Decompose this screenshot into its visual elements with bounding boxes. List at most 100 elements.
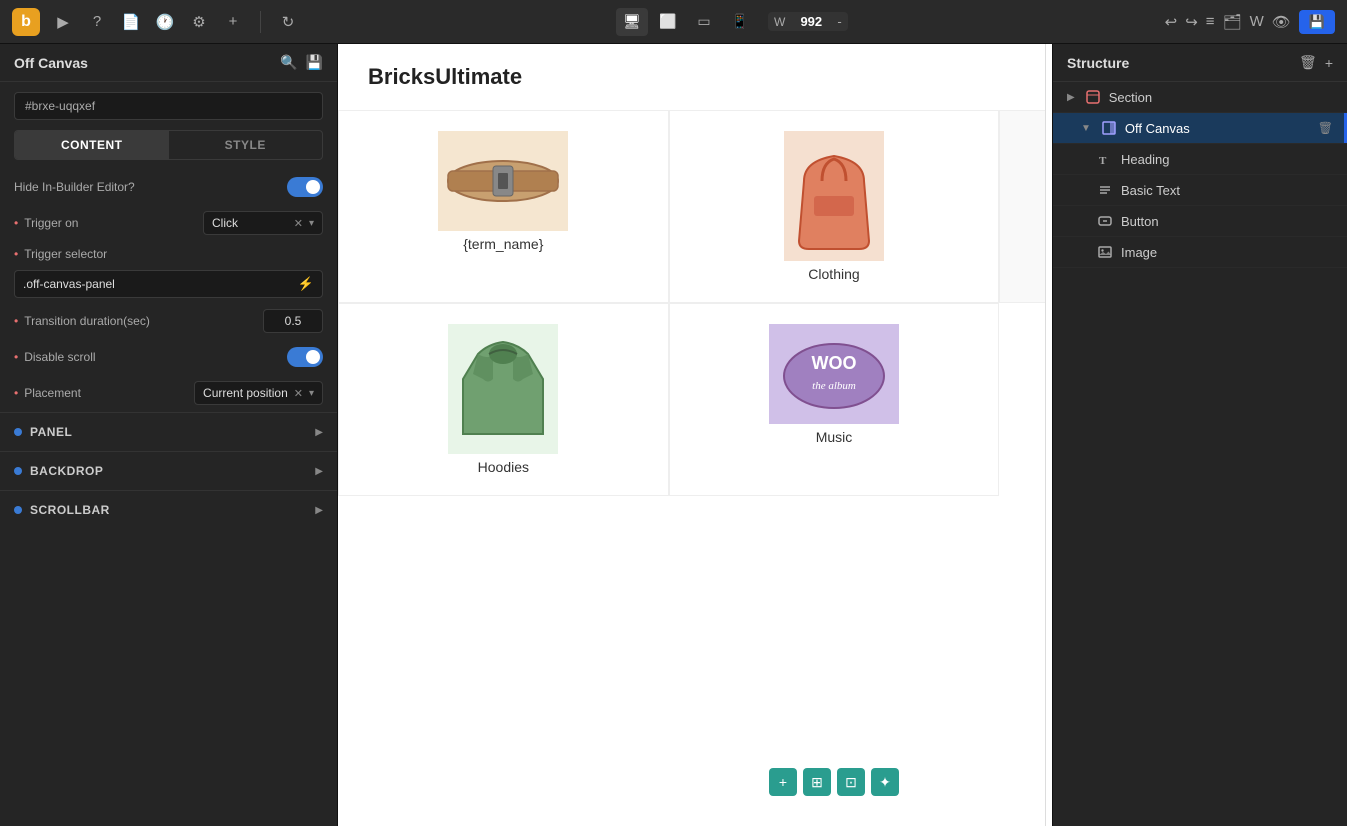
trigger-on-label: Trigger on	[14, 216, 195, 230]
width-group: W 992 -	[768, 12, 848, 31]
add-structure-icon[interactable]: +	[1325, 55, 1333, 71]
placement-arrow-icon: ▾	[309, 388, 314, 399]
struct-item-button[interactable]: Button	[1053, 206, 1347, 237]
search-icon[interactable]: 🔍	[280, 54, 297, 71]
music-image: WOO the album	[769, 324, 899, 424]
trigger-on-select[interactable]: Click ✕ ▾	[203, 211, 323, 235]
product-name-1: {term_name}	[359, 236, 648, 252]
canvas-inner: BricksUltimate {term_name}	[338, 44, 1052, 826]
scrollbar-section-header[interactable]: SCROLLBAR ▶	[0, 490, 337, 529]
trigger-on-row: Trigger on Click ✕ ▾	[0, 204, 337, 242]
scrollbar-dot	[14, 506, 22, 514]
scrollbar-section-label: SCROLLBAR	[30, 503, 315, 517]
trigger-selector-input[interactable]	[23, 277, 292, 291]
off-canvas-expand-icon[interactable]: ▼	[1081, 123, 1091, 134]
panel-dot	[14, 428, 22, 436]
trigger-selector-row: Trigger selector	[0, 242, 337, 266]
help-icon[interactable]: ?	[86, 11, 108, 33]
off-canvas-panel: Off Canvas Panel Here goes your text ...…	[1045, 44, 1052, 826]
product-item-5: WOO the album Music	[669, 303, 1000, 496]
transition-input[interactable]	[263, 309, 323, 333]
main-layout: Off Canvas 🔍 💾 CONTENT STYLE Hide In-Bui…	[0, 44, 1347, 826]
save-panel-icon[interactable]: 💾	[306, 54, 323, 71]
product-item-1: {term_name}	[338, 110, 669, 303]
element-id-input[interactable]	[14, 92, 323, 120]
device-switcher: 🖥 ⬜ ▭ 📱	[616, 8, 756, 36]
folder-icon[interactable]: 🗂	[1223, 13, 1242, 31]
panel-title: Off Canvas	[14, 55, 272, 71]
canvas-area: BricksUltimate {term_name}	[338, 44, 1052, 826]
logo-icon[interactable]: b	[12, 8, 40, 36]
struct-off-canvas-label: Off Canvas	[1125, 121, 1310, 136]
struct-item-basic-text[interactable]: Basic Text	[1053, 175, 1347, 206]
transition-label: Transition duration(sec)	[14, 314, 255, 328]
struct-heading-label: Heading	[1121, 152, 1333, 167]
site-title: BricksUltimate	[368, 64, 522, 90]
delete-icon[interactable]: 🗑	[1299, 54, 1317, 71]
struct-image-label: Image	[1121, 245, 1333, 260]
trigger-selector-input-row: ⚡	[14, 270, 323, 298]
hide-editor-toggle[interactable]	[287, 177, 323, 197]
settings-icon[interactable]: ⚙	[188, 11, 210, 33]
button-icon	[1097, 213, 1113, 229]
width-value[interactable]: 992	[791, 14, 831, 29]
align-btn[interactable]: ⊡	[837, 768, 865, 796]
tab-style[interactable]: STYLE	[169, 131, 323, 159]
placement-label: Placement	[14, 386, 186, 400]
toolbar: b ▶ ? 📄 🕐 ⚙ + ↻ 🖥 ⬜ ▭ 📱 W 992 - ↩ ↪ ≡ 🗂 …	[0, 0, 1347, 44]
trigger-selector-label: Trigger selector	[14, 247, 107, 261]
right-icons: ↩ ↪ ≡ 🗂 W 👁 💾	[1165, 10, 1335, 34]
template-icon[interactable]: 📄	[120, 11, 142, 33]
placement-row: Placement Current position ✕ ▾	[0, 374, 337, 412]
save-button[interactable]: 💾	[1299, 10, 1335, 34]
right-panel: Structure 🗑 + ▶ Section ▼ Off Canvas 🗑	[1052, 44, 1347, 826]
panel-section-label: PANEL	[30, 425, 315, 439]
add-icon[interactable]: +	[222, 11, 244, 33]
disable-scroll-toggle[interactable]	[287, 347, 323, 367]
placement-value: Current position	[203, 386, 288, 400]
trigger-on-arrow-icon: ▾	[309, 218, 314, 229]
selector-lightning-icon[interactable]: ⚡	[298, 276, 314, 292]
hide-editor-label: Hide In-Builder Editor?	[14, 180, 279, 194]
transition-row: Transition duration(sec)	[0, 302, 337, 340]
product-name-4: Hoodies	[359, 459, 648, 475]
undo-icon[interactable]: ↩	[1165, 13, 1178, 31]
product-name-5: Music	[690, 429, 979, 445]
backdrop-section-header[interactable]: BACKDROP ▶	[0, 451, 337, 490]
scrollbar-section-arrow-icon: ▶	[315, 505, 323, 516]
desktop-btn[interactable]: 🖥	[616, 8, 648, 36]
more-btn[interactable]: ✦	[871, 768, 899, 796]
list-icon[interactable]: ≡	[1206, 13, 1215, 30]
refresh-icon[interactable]: ↻	[277, 11, 299, 33]
product-grid: {term_name} Clothing	[338, 110, 1052, 496]
panel-section-header[interactable]: PANEL ▶	[0, 412, 337, 451]
hide-editor-row: Hide In-Builder Editor?	[0, 170, 337, 204]
right-panel-header: Structure 🗑 +	[1053, 44, 1347, 82]
mobile-btn[interactable]: 📱	[724, 8, 756, 36]
off-canvas-delete-icon[interactable]: 🗑	[1318, 121, 1333, 135]
tab-content[interactable]: CONTENT	[15, 131, 169, 159]
wp-icon[interactable]: W	[1250, 13, 1264, 30]
struct-item-off-canvas[interactable]: ▼ Off Canvas 🗑	[1053, 113, 1347, 144]
svg-text:the album: the album	[812, 380, 856, 392]
struct-section-label: Section	[1109, 90, 1333, 105]
struct-item-image[interactable]: Image	[1053, 237, 1347, 268]
struct-item-section[interactable]: ▶ Section	[1053, 82, 1347, 113]
placement-select[interactable]: Current position ✕ ▾	[194, 381, 323, 405]
preview-icon[interactable]: 👁	[1272, 13, 1291, 31]
play-icon[interactable]: ▶	[52, 11, 74, 33]
basic-text-icon	[1097, 182, 1113, 198]
svg-text:T: T	[1099, 155, 1107, 166]
trigger-on-value: Click	[212, 216, 288, 230]
add-section-btn[interactable]: +	[769, 768, 797, 796]
placement-clear-icon[interactable]: ✕	[294, 387, 303, 400]
layout-btn[interactable]: ⊞	[803, 768, 831, 796]
struct-item-heading[interactable]: T Heading	[1053, 144, 1347, 175]
section-expand-icon[interactable]: ▶	[1067, 92, 1075, 103]
disable-scroll-label: Disable scroll	[14, 350, 279, 364]
tablet-portrait-btn[interactable]: ▭	[688, 8, 720, 36]
history-icon[interactable]: 🕐	[154, 11, 176, 33]
redo-icon[interactable]: ↪	[1185, 13, 1198, 31]
trigger-on-clear-icon[interactable]: ✕	[294, 217, 303, 230]
tablet-btn[interactable]: ⬜	[652, 8, 684, 36]
